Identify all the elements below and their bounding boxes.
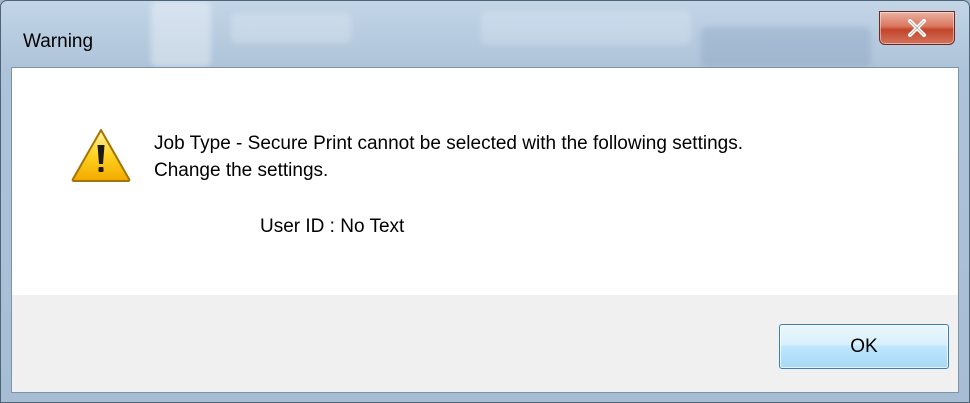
- message-line-2: Change the settings.: [154, 160, 329, 181]
- background-blur: [701, 27, 871, 67]
- dialog-client-area: Job Type - Secure Print cannot be select…: [11, 67, 959, 393]
- warning-dialog: Warning Job Type - Secure Print cannot b…: [0, 0, 970, 403]
- message-line-1: Job Type - Secure Print cannot be select…: [154, 133, 743, 154]
- background-blur: [481, 11, 691, 45]
- warning-icon: [71, 129, 131, 182]
- close-icon: [908, 19, 926, 37]
- ok-button[interactable]: OK: [779, 324, 949, 369]
- detail-text: User ID : No Text: [260, 216, 405, 237]
- background-blur: [231, 13, 351, 43]
- close-button[interactable]: [879, 11, 955, 45]
- dialog-title: Warning: [23, 31, 94, 52]
- message-text: Job Type - Secure Print cannot be select…: [154, 130, 743, 184]
- message-area: Job Type - Secure Print cannot be select…: [12, 68, 958, 295]
- background-blur: [151, 1, 211, 67]
